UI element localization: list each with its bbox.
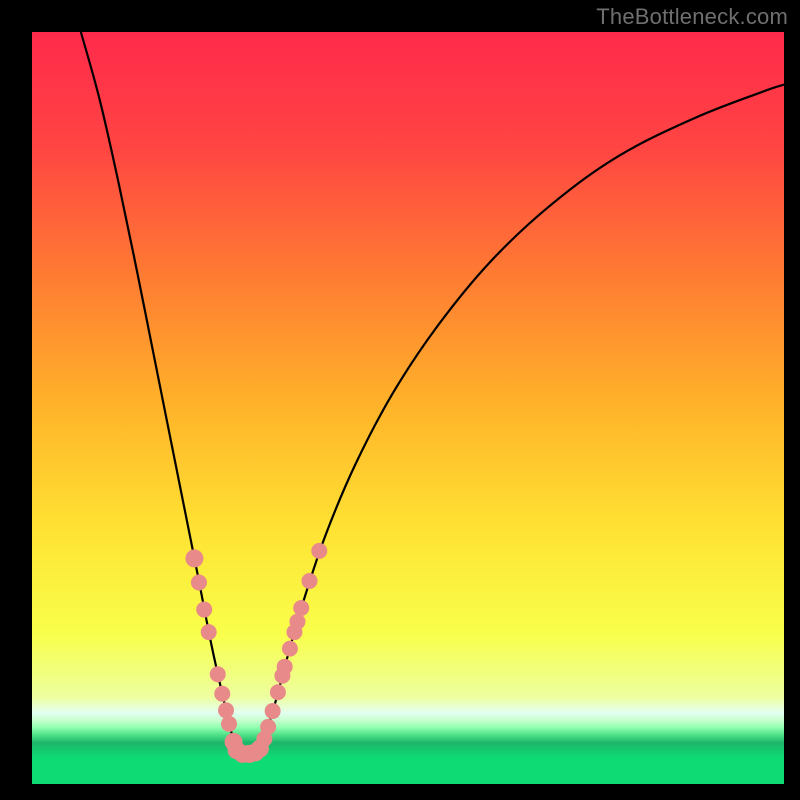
curve-right-branch xyxy=(258,85,784,753)
data-marker xyxy=(221,716,237,732)
data-marker xyxy=(260,719,276,735)
chart-stage: TheBottleneck.com xyxy=(0,0,800,800)
watermark-text: TheBottleneck.com xyxy=(596,4,788,30)
marker-group xyxy=(185,543,327,763)
curve-layer xyxy=(32,32,784,784)
data-marker xyxy=(214,686,230,702)
data-marker xyxy=(277,659,293,675)
data-marker xyxy=(270,684,286,700)
data-marker xyxy=(282,641,298,657)
data-marker xyxy=(201,624,217,640)
data-marker xyxy=(210,666,226,682)
data-marker xyxy=(301,573,317,589)
data-marker xyxy=(185,549,203,567)
plot-frame xyxy=(32,32,784,784)
data-marker xyxy=(311,543,327,559)
data-marker xyxy=(191,574,207,590)
curve-left-branch xyxy=(81,32,238,752)
data-marker xyxy=(289,614,305,630)
data-marker xyxy=(218,702,234,718)
data-marker xyxy=(196,602,212,618)
data-marker xyxy=(265,703,281,719)
data-marker xyxy=(293,600,309,616)
